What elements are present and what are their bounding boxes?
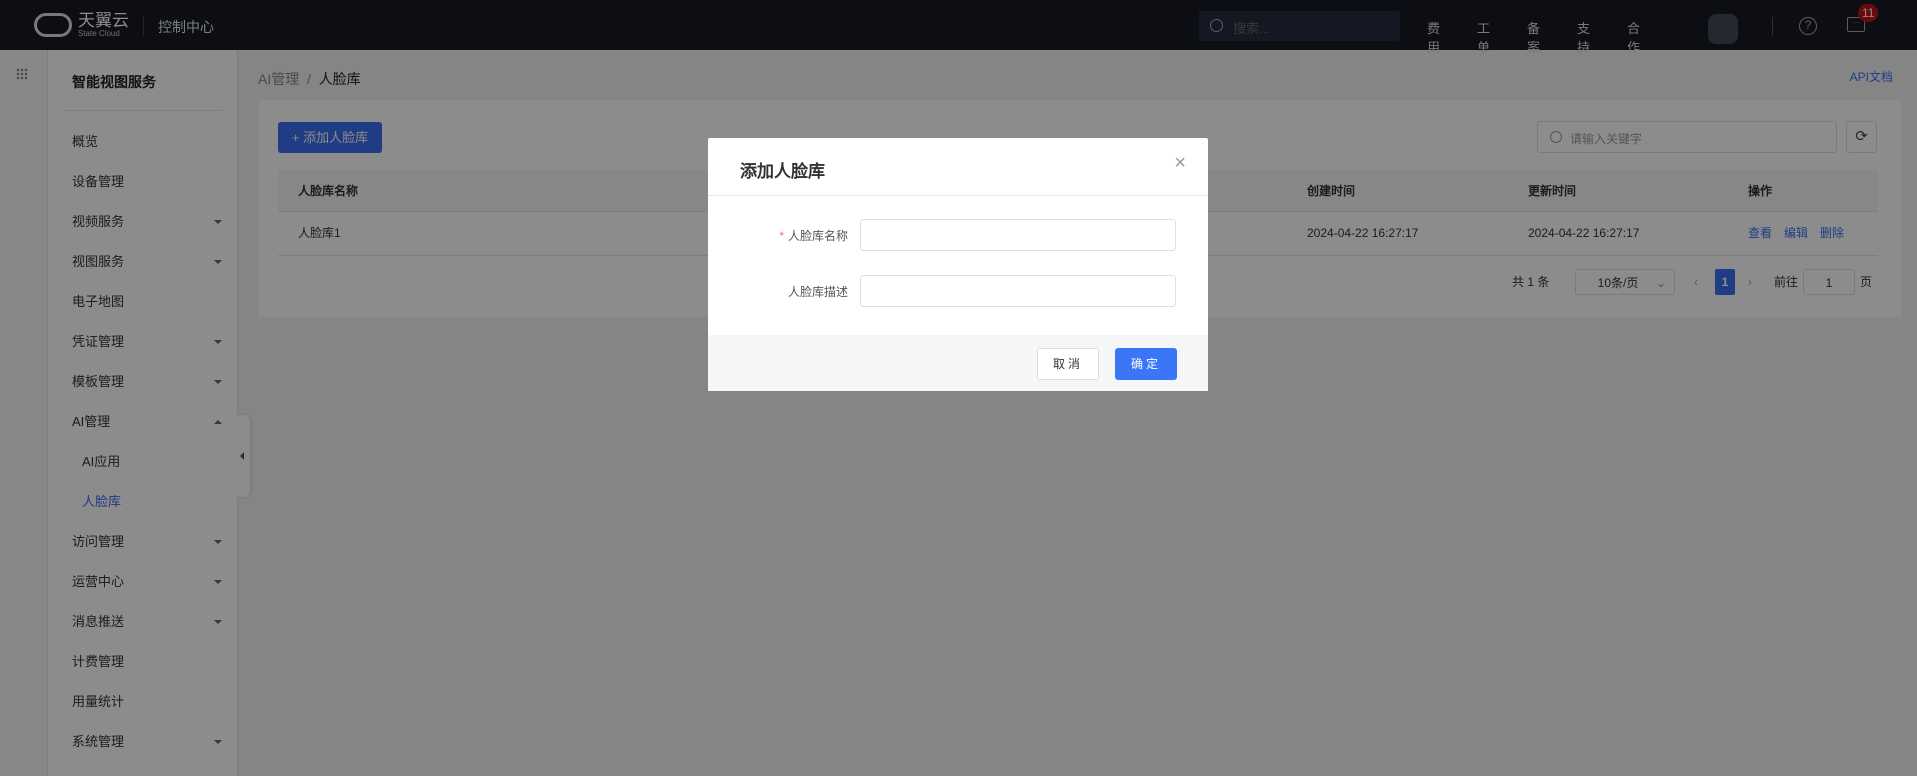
- dialog-footer: 取消 确定: [708, 335, 1208, 391]
- cancel-button[interactable]: 取消: [1037, 348, 1099, 380]
- close-icon[interactable]: ×: [1174, 152, 1186, 175]
- dialog-title: 添加人脸库: [740, 162, 825, 181]
- face-library-description-input[interactable]: [860, 275, 1176, 307]
- face-library-name-input[interactable]: [860, 219, 1176, 251]
- name-label-text: 人脸库名称: [787, 229, 848, 243]
- description-label: 人脸库描述: [787, 285, 848, 299]
- divider: [708, 195, 1208, 196]
- add-face-library-dialog: 添加人脸库 × * 人脸库名称 人脸库描述 取消 确定: [708, 138, 1208, 391]
- name-label: * 人脸库名称: [708, 227, 848, 244]
- required-mark: *: [779, 229, 784, 243]
- confirm-button[interactable]: 确定: [1115, 348, 1177, 380]
